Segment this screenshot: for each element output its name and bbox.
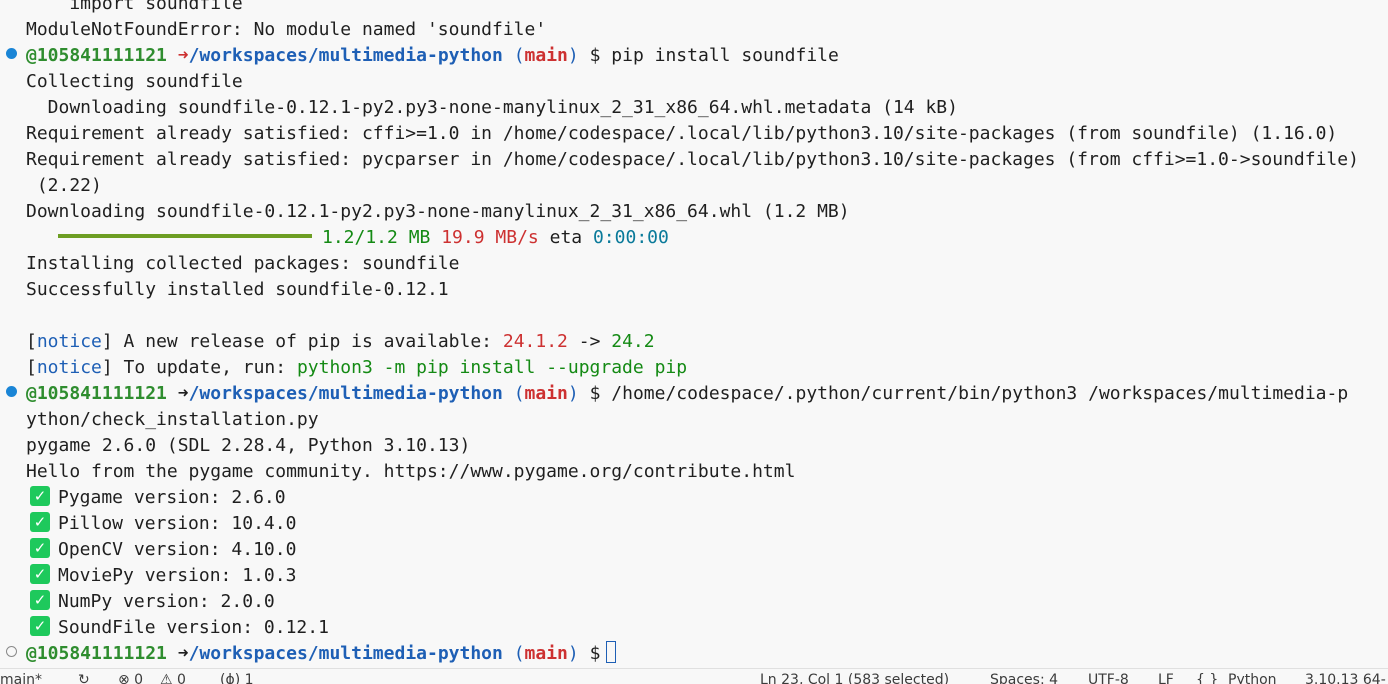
encoding-item[interactable]: UTF-8 [1088,672,1129,684]
errors-item[interactable]: ⊗ 0 [118,672,143,684]
terminal-output[interactable]: import soundfile ModuleNotFoundError: No… [0,0,1388,668]
check-line: ✓ SoundFile version: 0.12.1 [30,615,329,641]
ports-item[interactable]: (ϕ) 1 [220,672,254,684]
checkmark-icon: ✓ [30,590,50,610]
output-line: Collecting soundfile [26,71,243,92]
indentation-item[interactable]: Spaces: 4 [990,672,1058,684]
notice-line: [notice] A new release of pip is availab… [26,331,655,352]
terminal-cursor[interactable] [606,641,617,663]
checkmark-icon: ✓ [30,512,50,532]
checkmark-icon: ✓ [30,564,50,584]
check-line: ✓ Pygame version: 2.6.0 [30,485,286,511]
output-line: Successfully installed soundfile-0.12.1 [26,279,449,300]
output-line: ython/check_installation.py [26,409,319,430]
output-line: Installing collected packages: soundfile [26,253,460,274]
output-line: Requirement already satisfied: cffi>=1.0… [26,123,1338,144]
download-progress: 1.2/1.2 MB 19.9 MB/s eta 0:00:00 [58,225,669,251]
prompt-line: @105841111121 ➜/workspaces/multimedia-py… [26,641,617,667]
arrow-icon: ➜ [177,45,189,66]
cursor-position-item[interactable]: Ln 23, Col 1 (583 selected) [760,672,949,684]
notice-line: [notice] To update, run: python3 -m pip … [26,357,688,378]
command-text: pip install soundfile [611,45,839,66]
output-line: Downloading soundfile-0.12.1-py2.py3-non… [26,201,850,222]
output-line: Hello from the pygame community. https:/… [26,461,796,482]
language-mode-item[interactable]: Python [1228,672,1277,684]
check-line: ✓ Pillow version: 10.4.0 [30,511,296,537]
interpreter-version-item[interactable]: 3.10.13 64- [1305,672,1386,684]
status-bar: main* ↻ ⊗ 0 ⚠ 0 (ϕ) 1 Ln 23, Col 1 (583 … [0,668,1388,684]
eol-item[interactable]: LF [1158,672,1174,684]
warnings-item[interactable]: ⚠ 0 [160,672,186,684]
checkmark-icon: ✓ [30,486,50,506]
sync-icon[interactable]: ↻ [78,672,90,684]
checkmark-icon: ✓ [30,538,50,558]
check-line: ✓ NumPy version: 2.0.0 [30,589,275,615]
output-line: Requirement already satisfied: pycparser… [26,149,1359,170]
output-line: (2.22) [26,175,102,196]
command-text: /home/codespace/.python/current/bin/pyth… [611,383,1349,404]
git-branch-item[interactable]: main* [0,672,42,684]
check-line: ✓ MoviePy version: 1.0.3 [30,563,296,589]
check-line: ✓ OpenCV version: 4.10.0 [30,537,296,563]
progress-bar [58,234,312,238]
braces-icon[interactable]: { } [1196,672,1218,684]
prompt-line: @105841111121 ➜/workspaces/multimedia-py… [26,45,839,66]
output-line: import soundfile [26,0,243,14]
command-pending-dot-icon[interactable] [6,646,17,657]
error-line: ModuleNotFoundError: No module named 'so… [26,19,547,40]
checkmark-icon: ✓ [30,616,50,636]
output-line: Downloading soundfile-0.12.1-py2.py3-non… [26,97,958,118]
arrow-icon: ➜ [177,383,189,404]
command-success-dot-icon[interactable] [6,386,17,397]
arrow-icon: ➜ [177,643,189,664]
command-success-dot-icon[interactable] [6,48,17,59]
output-line: pygame 2.6.0 (SDL 2.28.4, Python 3.10.13… [26,435,471,456]
prompt-line: @105841111121 ➜/workspaces/multimedia-py… [26,383,1349,404]
